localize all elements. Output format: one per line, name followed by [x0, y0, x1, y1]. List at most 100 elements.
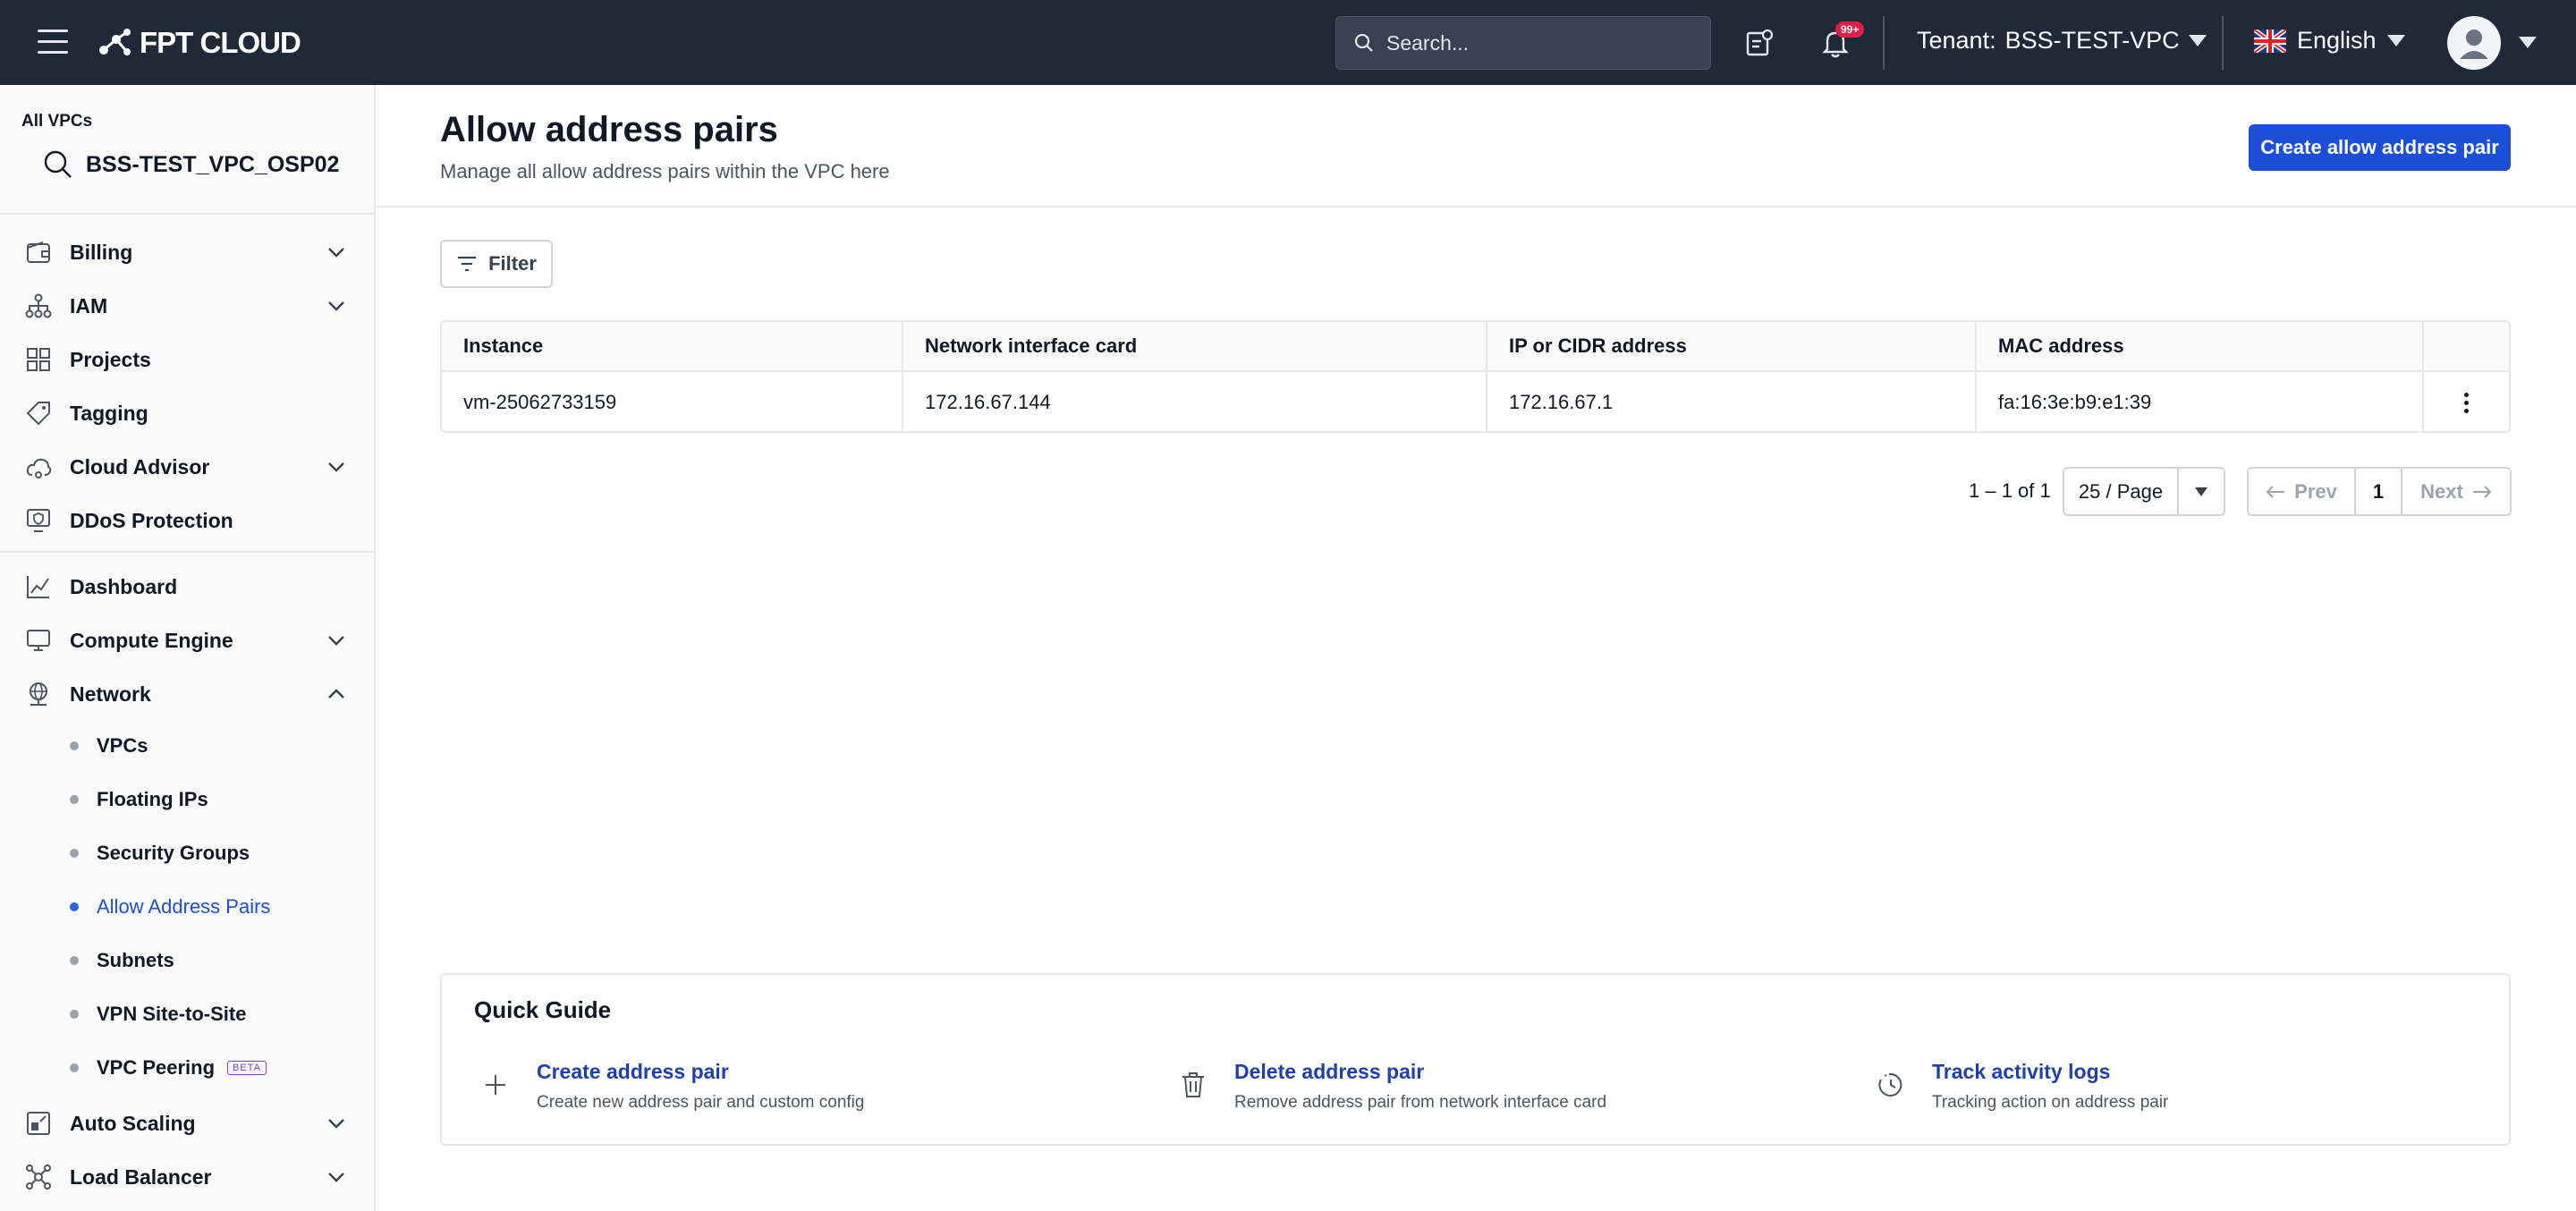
- load-balancer-icon: [23, 1162, 54, 1192]
- sidebar-item-network[interactable]: Network: [0, 667, 374, 721]
- divider: [0, 551, 374, 553]
- caret-down-icon: [2188, 35, 2207, 47]
- bullet-dot: [70, 849, 79, 858]
- more-actions-icon[interactable]: [2459, 387, 2474, 419]
- menu-icon[interactable]: [38, 30, 68, 55]
- filter-button[interactable]: Filter: [440, 240, 553, 288]
- vpc-label: All VPCs: [21, 112, 93, 131]
- tenant-selector[interactable]: Tenant: BSS-TEST-VPC: [1917, 27, 2207, 55]
- column-header-ip-cidr[interactable]: IP or CIDR address: [1487, 322, 1977, 370]
- page-subtitle: Manage all allow address pairs within th…: [440, 160, 890, 182]
- column-header-instance[interactable]: Instance: [442, 322, 903, 370]
- sidebar-subitem-vpn-site-to-site[interactable]: VPN Site-to-Site: [0, 989, 374, 1039]
- clipboard-settings-icon[interactable]: [1741, 25, 1776, 61]
- guide-title-track[interactable]: Track activity logs: [1932, 1060, 2168, 1084]
- sidebar-subitem-floating-ips[interactable]: Floating IPs: [0, 775, 374, 825]
- sidebar-item-cloud-advisor[interactable]: Cloud Advisor: [0, 440, 374, 494]
- guide-title-delete[interactable]: Delete address pair: [1234, 1060, 1606, 1084]
- chevron-down-icon: [326, 1166, 347, 1192]
- arrow-right-icon: [2472, 485, 2492, 498]
- sidebar-subitem-vpc-peering[interactable]: VPC Peering BETA: [0, 1043, 374, 1093]
- divider: [2222, 16, 2224, 70]
- filter-label: Filter: [488, 252, 537, 275]
- monitor-shield-icon: [23, 505, 54, 536]
- user-menu-caret-icon[interactable]: [2519, 37, 2537, 48]
- sidebar-item-auto-scaling[interactable]: Auto Scaling: [0, 1097, 374, 1150]
- user-icon: [2460, 30, 2488, 59]
- next-page-button[interactable]: Next: [2402, 469, 2510, 514]
- sidebar-item-compute-engine[interactable]: Compute Engine: [0, 614, 374, 667]
- sidebar-subitem-security-groups[interactable]: Security Groups: [0, 828, 374, 878]
- sidebar-subitem-subnets[interactable]: Subnets: [0, 936, 374, 986]
- cloud-icon: [23, 452, 54, 482]
- sidebar-item-label: Projects: [70, 347, 151, 371]
- chevron-down-icon: [326, 1113, 347, 1139]
- chevron-down-icon: [326, 630, 347, 656]
- sidebar: All VPCs BSS-TEST_VPC_OSP02 Billing IAM …: [0, 85, 376, 1211]
- trash-icon: [1175, 1067, 1211, 1103]
- sidebar-item-label: Billing: [70, 240, 133, 264]
- history-clock-icon: [1873, 1067, 1909, 1103]
- sidebar-item-tagging[interactable]: Tagging: [0, 386, 374, 440]
- tag-icon: [23, 398, 54, 428]
- tenant-value: BSS-TEST-VPC: [2004, 27, 2180, 54]
- sidebar-item-label: Network: [70, 682, 151, 706]
- search-input[interactable]: [1386, 30, 1690, 55]
- sidebar-item-iam[interactable]: IAM: [0, 279, 374, 333]
- sidebar-item-label: Load Balancer: [70, 1164, 212, 1189]
- sidebar-item-ddos-protection[interactable]: DDoS Protection: [0, 494, 374, 547]
- guide-item-delete[interactable]: Delete address pair Remove address pair …: [1175, 1060, 1606, 1113]
- caret-down-icon[interactable]: [2179, 469, 2224, 514]
- bullet-dot: [70, 1010, 79, 1019]
- cell-actions: [2424, 372, 2509, 431]
- chevron-down-icon: [326, 241, 347, 267]
- sidebar-subitem-label: Subnets: [97, 949, 174, 971]
- chevron-up-icon: [326, 683, 347, 709]
- global-search[interactable]: [1335, 16, 1711, 70]
- bullet-dot: [70, 902, 79, 911]
- cell-instance: vm-25062733159: [442, 372, 903, 431]
- sidebar-subitem-vpcs[interactable]: VPCs: [0, 721, 374, 771]
- table-header-row: Instance Network interface card IP or CI…: [442, 322, 2509, 372]
- notification-bell-icon[interactable]: 99+: [1818, 21, 1865, 61]
- vpc-name: BSS-TEST_VPC_OSP02: [86, 151, 340, 177]
- uk-flag-icon: [2254, 29, 2286, 53]
- language-selector[interactable]: English: [2254, 27, 2405, 55]
- vpc-search[interactable]: BSS-TEST_VPC_OSP02: [43, 149, 339, 180]
- create-allow-address-pair-button[interactable]: Create allow address pair: [2249, 124, 2511, 171]
- globe-network-icon: [23, 679, 54, 709]
- sidebar-item-billing[interactable]: Billing: [0, 225, 374, 279]
- sidebar-subitem-allow-address-pairs[interactable]: Allow Address Pairs: [0, 882, 374, 932]
- guide-item-track-logs[interactable]: Track activity logs Tracking action on a…: [1873, 1060, 2168, 1113]
- sidebar-item-label: Dashboard: [70, 574, 178, 598]
- page-size-select[interactable]: 25 / Page: [2063, 467, 2225, 516]
- page-header: Allow address pairs Manage all allow add…: [376, 85, 2576, 207]
- guide-item-create[interactable]: Create address pair Create new address p…: [478, 1060, 864, 1113]
- brand-logo[interactable]: FPT CLOUD: [97, 25, 301, 61]
- column-header-nic[interactable]: Network interface card: [903, 322, 1487, 370]
- column-header-mac[interactable]: MAC address: [1977, 322, 2424, 370]
- table-row[interactable]: vm-25062733159 172.16.67.144 172.16.67.1…: [442, 372, 2509, 431]
- bullet-dot: [70, 795, 79, 804]
- bullet-dot: [70, 956, 79, 965]
- beta-badge: BETA: [227, 1061, 267, 1075]
- sidebar-subitem-label: Security Groups: [97, 842, 250, 864]
- sidebar-item-dashboard[interactable]: Dashboard: [0, 560, 374, 614]
- cell-mac: fa:16:3e:b9:e1:39: [1977, 372, 2424, 431]
- page-number-button[interactable]: 1: [2356, 469, 2402, 514]
- chevron-down-icon: [326, 456, 347, 482]
- sidebar-item-load-balancer[interactable]: Load Balancer: [0, 1150, 374, 1204]
- guide-title-create[interactable]: Create address pair: [537, 1060, 864, 1084]
- hierarchy-icon: [23, 291, 54, 321]
- sidebar-subitem-label: VPN Site-to-Site: [97, 1003, 247, 1025]
- top-bar: FPT CLOUD 99+ Tenant: BSS-TEST-VPC: [0, 0, 2576, 85]
- brand-name: FPT CLOUD: [140, 26, 301, 59]
- vpc-selector[interactable]: All VPCs BSS-TEST_VPC_OSP02: [0, 85, 374, 215]
- user-avatar[interactable]: [2447, 16, 2501, 70]
- filter-icon: [458, 256, 477, 272]
- sidebar-item-projects[interactable]: Projects: [0, 333, 374, 386]
- prev-page-button[interactable]: Prev: [2249, 469, 2356, 514]
- sidebar-item-label: DDoS Protection: [70, 508, 233, 532]
- sidebar-subitem-label: Floating IPs: [97, 788, 208, 810]
- quick-guide: Quick Guide Create address pair Create n…: [440, 973, 2511, 1146]
